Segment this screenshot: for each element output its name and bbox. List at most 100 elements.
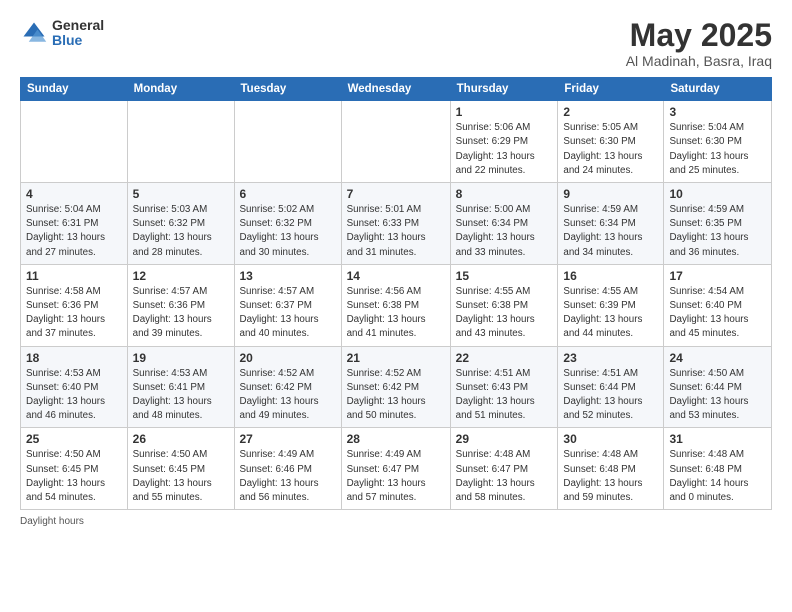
day-info: Sunrise: 5:03 AM Sunset: 6:32 PM Dayligh… — [133, 203, 229, 260]
day-number: 12 — [133, 269, 229, 283]
logo-blue-text: Blue — [52, 33, 104, 48]
calendar-cell — [21, 101, 128, 183]
day-number: 6 — [240, 187, 336, 201]
day-number: 10 — [669, 187, 766, 201]
day-info: Sunrise: 4:50 AM Sunset: 6:45 PM Dayligh… — [133, 448, 229, 505]
day-number: 22 — [456, 351, 553, 365]
calendar-cell: 30 Sunrise: 4:48 AM Sunset: 6:48 PM Dayli… — [558, 428, 664, 510]
day-number: 14 — [347, 269, 445, 283]
day-number: 15 — [456, 269, 553, 283]
daylight-label: Daylight hours — [20, 516, 84, 527]
calendar-cell: 25 Sunrise: 4:50 AM Sunset: 6:45 PM Dayli… — [21, 428, 128, 510]
title-block: May 2025 Al Madinah, Basra, Iraq — [626, 18, 772, 69]
calendar-cell: 4 Sunrise: 5:04 AM Sunset: 6:31 PM Daylig… — [21, 183, 128, 265]
day-number: 7 — [347, 187, 445, 201]
day-number: 18 — [26, 351, 122, 365]
calendar-cell: 7 Sunrise: 5:01 AM Sunset: 6:33 PM Daylig… — [341, 183, 450, 265]
calendar-cell — [127, 101, 234, 183]
logo-general-text: General — [52, 18, 104, 33]
day-number: 2 — [563, 105, 658, 119]
calendar-cell: 3 Sunrise: 5:04 AM Sunset: 6:30 PM Daylig… — [664, 101, 772, 183]
day-info: Sunrise: 5:04 AM Sunset: 6:30 PM Dayligh… — [669, 121, 766, 178]
day-number: 11 — [26, 269, 122, 283]
logo-icon — [20, 19, 48, 47]
day-info: Sunrise: 4:50 AM Sunset: 6:44 PM Dayligh… — [669, 367, 766, 424]
calendar-cell: 31 Sunrise: 4:48 AM Sunset: 6:48 PM Dayli… — [664, 428, 772, 510]
day-number: 17 — [669, 269, 766, 283]
header-row: SundayMondayTuesdayWednesdayThursdayFrid… — [21, 78, 772, 101]
calendar-week-row: 18 Sunrise: 4:53 AM Sunset: 6:40 PM Dayli… — [21, 346, 772, 428]
calendar-cell: 24 Sunrise: 4:50 AM Sunset: 6:44 PM Dayli… — [664, 346, 772, 428]
day-info: Sunrise: 4:48 AM Sunset: 6:48 PM Dayligh… — [563, 448, 658, 505]
calendar-week-row: 4 Sunrise: 5:04 AM Sunset: 6:31 PM Daylig… — [21, 183, 772, 265]
logo: General Blue — [20, 18, 104, 49]
calendar-cell: 13 Sunrise: 4:57 AM Sunset: 6:37 PM Dayli… — [234, 264, 341, 346]
weekday-header: Thursday — [450, 78, 558, 101]
day-info: Sunrise: 4:57 AM Sunset: 6:36 PM Dayligh… — [133, 285, 229, 342]
day-number: 26 — [133, 432, 229, 446]
day-info: Sunrise: 5:04 AM Sunset: 6:31 PM Dayligh… — [26, 203, 122, 260]
calendar-cell — [341, 101, 450, 183]
day-info: Sunrise: 4:57 AM Sunset: 6:37 PM Dayligh… — [240, 285, 336, 342]
calendar-cell: 12 Sunrise: 4:57 AM Sunset: 6:36 PM Dayli… — [127, 264, 234, 346]
calendar-cell: 1 Sunrise: 5:06 AM Sunset: 6:29 PM Daylig… — [450, 101, 558, 183]
calendar-table: SundayMondayTuesdayWednesdayThursdayFrid… — [20, 77, 772, 510]
day-info: Sunrise: 5:01 AM Sunset: 6:33 PM Dayligh… — [347, 203, 445, 260]
weekday-header: Monday — [127, 78, 234, 101]
day-number: 28 — [347, 432, 445, 446]
day-info: Sunrise: 4:51 AM Sunset: 6:44 PM Dayligh… — [563, 367, 658, 424]
day-number: 25 — [26, 432, 122, 446]
day-info: Sunrise: 4:55 AM Sunset: 6:38 PM Dayligh… — [456, 285, 553, 342]
day-number: 1 — [456, 105, 553, 119]
day-number: 29 — [456, 432, 553, 446]
day-number: 24 — [669, 351, 766, 365]
day-info: Sunrise: 4:52 AM Sunset: 6:42 PM Dayligh… — [240, 367, 336, 424]
day-number: 3 — [669, 105, 766, 119]
calendar-cell: 28Sunrise: 4:49 AM Sunset: 6:47 PM Dayli… — [341, 428, 450, 510]
day-info: Sunrise: 4:59 AM Sunset: 6:34 PM Dayligh… — [563, 203, 658, 260]
day-info: Sunrise: 4:48 AM Sunset: 6:48 PM Dayligh… — [669, 448, 766, 505]
footer: Daylight hours — [20, 516, 772, 527]
calendar-cell: 20 Sunrise: 4:52 AM Sunset: 6:42 PM Dayli… — [234, 346, 341, 428]
day-number: 8 — [456, 187, 553, 201]
subtitle: Al Madinah, Basra, Iraq — [626, 53, 772, 69]
weekday-header: Tuesday — [234, 78, 341, 101]
day-info: Sunrise: 4:54 AM Sunset: 6:40 PM Dayligh… — [669, 285, 766, 342]
day-number: 31 — [669, 432, 766, 446]
weekday-header: Wednesday — [341, 78, 450, 101]
day-number: 20 — [240, 351, 336, 365]
day-number: 27 — [240, 432, 336, 446]
day-info: Sunrise: 4:52 AM Sunset: 6:42 PM Dayligh… — [347, 367, 445, 424]
main-title: May 2025 — [626, 18, 772, 53]
day-info: Sunrise: 4:58 AM Sunset: 6:36 PM Dayligh… — [26, 285, 122, 342]
calendar-cell: 8 Sunrise: 5:00 AM Sunset: 6:34 PM Daylig… — [450, 183, 558, 265]
day-info: Sunrise: 4:49 AM Sunset: 6:46 PM Dayligh… — [240, 448, 336, 505]
day-info: Sunrise: 4:53 AM Sunset: 6:40 PM Dayligh… — [26, 367, 122, 424]
weekday-header: Sunday — [21, 78, 128, 101]
calendar-cell — [234, 101, 341, 183]
day-info: Sunrise: 4:51 AM Sunset: 6:43 PM Dayligh… — [456, 367, 553, 424]
day-number: 16 — [563, 269, 658, 283]
day-number: 13 — [240, 269, 336, 283]
day-info: Sunrise: 5:06 AM Sunset: 6:29 PM Dayligh… — [456, 121, 553, 178]
calendar-cell: 15 Sunrise: 4:55 AM Sunset: 6:38 PM Dayli… — [450, 264, 558, 346]
calendar-cell: 11 Sunrise: 4:58 AM Sunset: 6:36 PM Dayli… — [21, 264, 128, 346]
calendar-cell: 29 Sunrise: 4:48 AM Sunset: 6:47 PM Dayli… — [450, 428, 558, 510]
calendar-cell: 23 Sunrise: 4:51 AM Sunset: 6:44 PM Dayli… — [558, 346, 664, 428]
calendar-cell: 16Sunrise: 4:55 AM Sunset: 6:39 PM Dayli… — [558, 264, 664, 346]
day-info: Sunrise: 5:05 AM Sunset: 6:30 PM Dayligh… — [563, 121, 658, 178]
day-number: 23 — [563, 351, 658, 365]
day-info: Sunrise: 4:48 AM Sunset: 6:47 PM Dayligh… — [456, 448, 553, 505]
day-number: 4 — [26, 187, 122, 201]
calendar-week-row: 25 Sunrise: 4:50 AM Sunset: 6:45 PM Dayli… — [21, 428, 772, 510]
day-info: Sunrise: 5:00 AM Sunset: 6:34 PM Dayligh… — [456, 203, 553, 260]
day-number: 19 — [133, 351, 229, 365]
day-info: Sunrise: 4:56 AM Sunset: 6:38 PM Dayligh… — [347, 285, 445, 342]
day-info: Sunrise: 4:50 AM Sunset: 6:45 PM Dayligh… — [26, 448, 122, 505]
day-info: Sunrise: 4:53 AM Sunset: 6:41 PM Dayligh… — [133, 367, 229, 424]
day-info: Sunrise: 4:59 AM Sunset: 6:35 PM Dayligh… — [669, 203, 766, 260]
calendar-cell: 18 Sunrise: 4:53 AM Sunset: 6:40 PM Dayli… — [21, 346, 128, 428]
day-info: Sunrise: 5:02 AM Sunset: 6:32 PM Dayligh… — [240, 203, 336, 260]
calendar-week-row: 1 Sunrise: 5:06 AM Sunset: 6:29 PM Daylig… — [21, 101, 772, 183]
day-number: 30 — [563, 432, 658, 446]
